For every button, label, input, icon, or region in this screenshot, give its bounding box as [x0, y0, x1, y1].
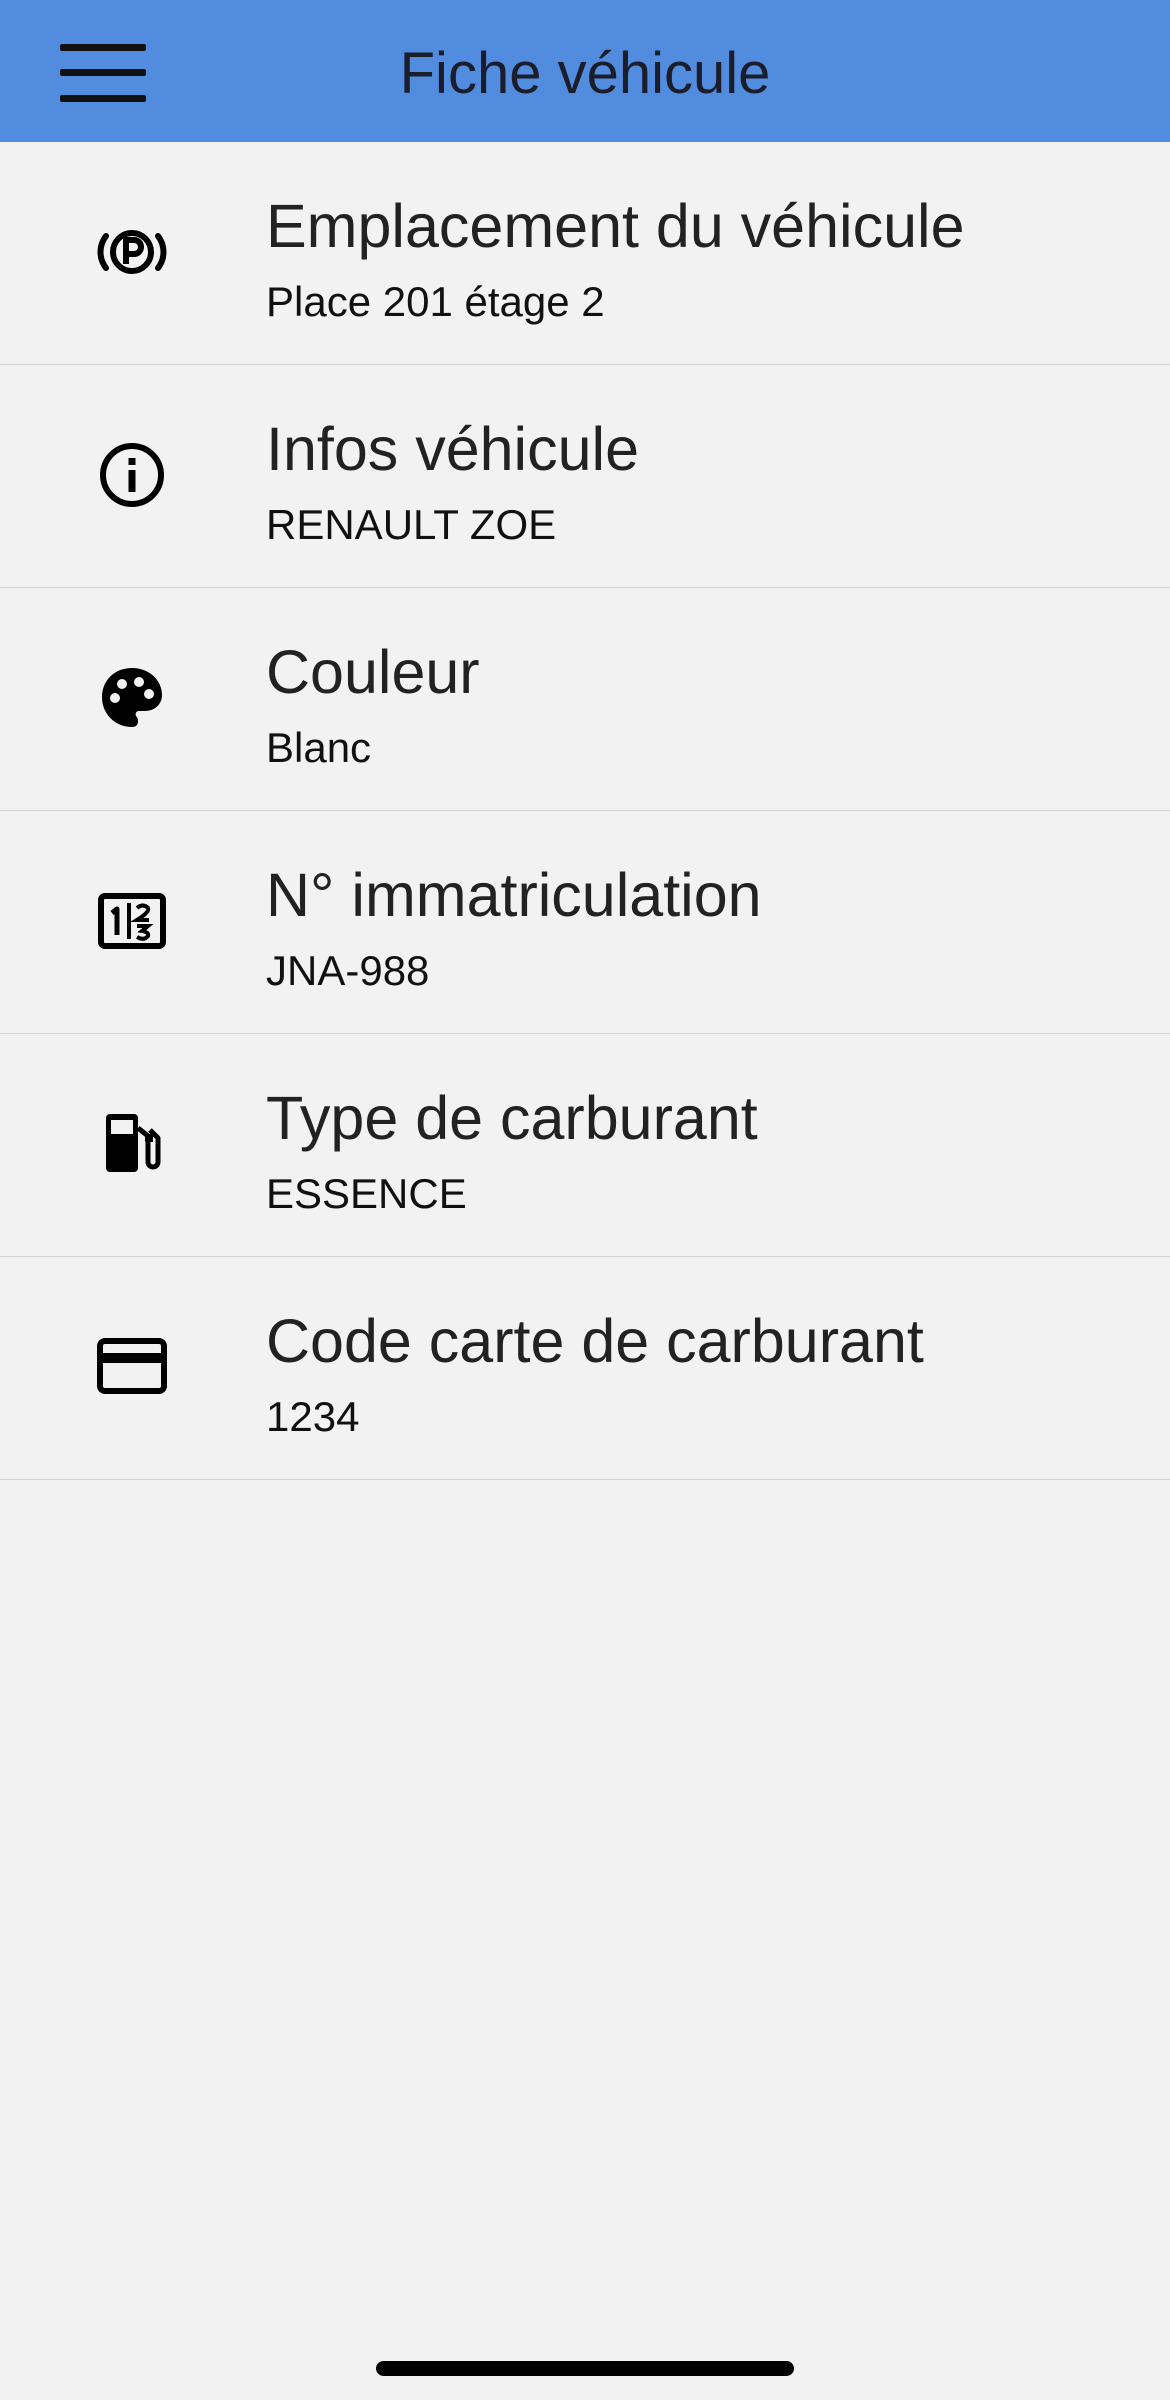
item-value: Place 201 étage 2	[266, 278, 605, 325]
credit-card-icon	[92, 1327, 172, 1407]
list-item-emplacement[interactable]: Emplacement du véhicule Place 201 étage …	[0, 142, 1170, 365]
page-title: Fiche véhicule	[399, 41, 771, 106]
item-value: Blanc	[266, 724, 372, 771]
item-title: Code carte de carburant	[266, 1307, 924, 1375]
item-title: Couleur	[266, 638, 480, 706]
item-title: Emplacement du véhicule	[266, 192, 965, 260]
list-item-type-carburant[interactable]: Type de carburant ESSENCE	[0, 1034, 1170, 1257]
list-item-code-carte[interactable]: Code carte de carburant 1234	[0, 1257, 1170, 1480]
vehicle-details-list: Emplacement du véhicule Place 201 étage …	[0, 142, 1170, 1480]
item-value: ESSENCE	[266, 1170, 467, 1217]
app-screen: Fiche véhicule Emplacement du véhicule P…	[0, 0, 1170, 2400]
list-item-couleur[interactable]: Couleur Blanc	[0, 588, 1170, 811]
info-icon	[92, 435, 172, 515]
parking-icon	[92, 212, 172, 292]
item-title: Infos véhicule	[266, 415, 639, 483]
top-app-bar: Fiche véhicule	[0, 0, 1170, 142]
item-value: RENAULT ZOE	[266, 501, 557, 548]
license-plate-icon	[92, 881, 172, 961]
list-item-infos-vehicule[interactable]: Infos véhicule RENAULT ZOE	[0, 365, 1170, 588]
list-item-immatriculation[interactable]: N° immatriculation JNA-988	[0, 811, 1170, 1034]
item-title: Type de carburant	[266, 1084, 758, 1152]
home-indicator[interactable]	[376, 2361, 794, 2376]
fuel-pump-icon	[92, 1104, 172, 1184]
item-value: JNA-988	[266, 947, 430, 994]
item-title: N° immatriculation	[266, 861, 762, 929]
palette-icon	[92, 658, 172, 738]
item-value: 1234	[266, 1393, 360, 1440]
